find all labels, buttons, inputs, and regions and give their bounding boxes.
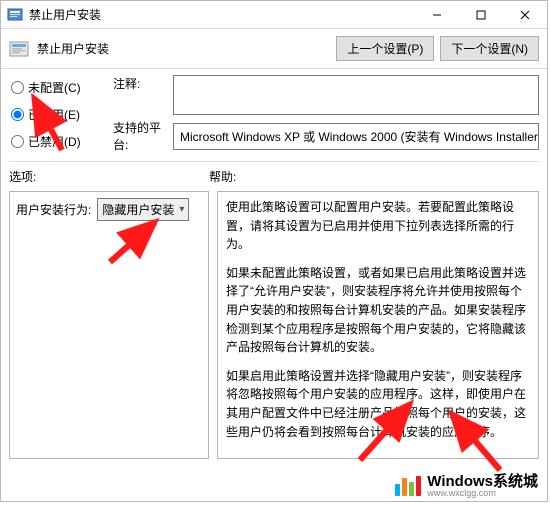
radio-disabled-label: 已禁用(D) [28, 133, 81, 150]
window-title: 禁止用户安装 [29, 6, 101, 23]
radio-enabled-input[interactable] [11, 108, 24, 121]
lower-panels: 用户安装行为: 隐藏用户安装 ▾ 使用此策略设置可以配置用户安装。若要配置此策略… [1, 187, 547, 467]
radio-not-configured[interactable]: 未配置(C) [11, 79, 109, 96]
options-label: 选项: [9, 168, 209, 185]
radio-not-configured-label: 未配置(C) [28, 79, 81, 96]
next-setting-button[interactable]: 下一个设置(N) [440, 36, 539, 61]
watermark-title: Windows系统城 [427, 474, 538, 489]
maximize-button[interactable] [459, 1, 503, 29]
radio-disabled[interactable]: 已禁用(D) [11, 133, 109, 150]
config-area: 未配置(C) 已启用(E) 已禁用(D) 注释: 支持的平台: Microsof… [1, 69, 547, 157]
watermark-url: www.wxclgg.com [427, 489, 538, 498]
policy-icon [9, 39, 31, 59]
section-labels: 选项: 帮助: [1, 166, 547, 187]
chevron-down-icon: ▾ [179, 204, 184, 215]
supported-platform-box: Microsoft Windows XP 或 Windows 2000 (安装有… [173, 123, 539, 150]
minimize-button[interactable] [415, 1, 459, 29]
divider [9, 161, 539, 162]
note-textbox[interactable] [173, 75, 539, 115]
radio-not-configured-input[interactable] [11, 81, 24, 94]
help-paragraph-1: 使用此策略设置可以配置用户安装。若要配置此策略设置，请将其设置为已启用并使用下拉… [226, 198, 530, 254]
behavior-combobox[interactable]: 隐藏用户安装 ▾ [97, 198, 189, 221]
watermark: Windows系统城 www.wxclgg.com [391, 472, 542, 500]
previous-setting-button[interactable]: 上一个设置(P) [336, 36, 434, 61]
watermark-logo-icon [395, 476, 421, 496]
help-label: 帮助: [209, 168, 539, 185]
note-label: 注释: [113, 75, 173, 92]
help-paragraph-2: 如果未配置此策略设置，或者如果已启用此策略设置并选择了“允许用户安装”，则安装程… [226, 264, 530, 357]
supported-platform-text: Microsoft Windows XP 或 Windows 2000 (安装有… [180, 130, 539, 144]
policy-header: 禁止用户安装 上一个设置(P) 下一个设置(N) [1, 29, 547, 69]
radio-enabled[interactable]: 已启用(E) [11, 106, 109, 123]
options-panel: 用户安装行为: 隐藏用户安装 ▾ [9, 191, 209, 459]
help-paragraph-3: 如果启用此策略设置并选择“隐藏用户安装”，则安装程序将忽略按照每个用户安装的应用… [226, 367, 530, 441]
radio-enabled-label: 已启用(E) [28, 106, 80, 123]
help-panel[interactable]: 使用此策略设置可以配置用户安装。若要配置此策略设置，请将其设置为已启用并使用下拉… [217, 191, 539, 459]
right-column: 注释: 支持的平台: Microsoft Windows XP 或 Window… [113, 75, 539, 153]
radio-disabled-input[interactable] [11, 135, 24, 148]
app-icon [7, 7, 23, 23]
behavior-label: 用户安装行为: [16, 201, 91, 218]
behavior-combobox-value: 隐藏用户安装 [102, 201, 174, 218]
gpedit-dialog-window: 禁止用户安装 禁止用户安装 上一个设置(P) 下一个设置(N) 未配置(C) 已… [0, 0, 548, 502]
state-radio-group: 未配置(C) 已启用(E) 已禁用(D) [9, 75, 109, 153]
close-button[interactable] [503, 1, 547, 29]
titlebar: 禁止用户安装 [1, 1, 547, 29]
policy-name: 禁止用户安装 [37, 40, 109, 57]
platform-label: 支持的平台: [113, 119, 173, 153]
